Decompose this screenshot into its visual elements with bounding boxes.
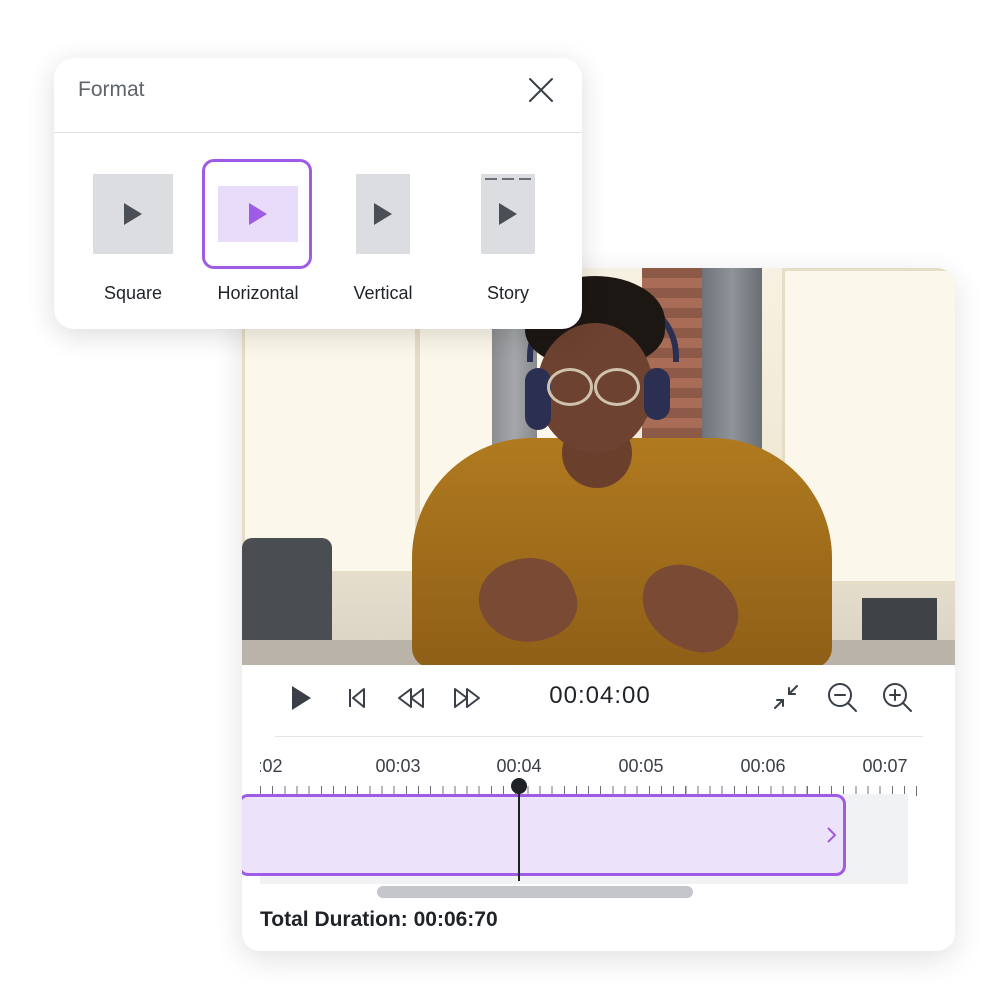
tick-label: 00:06 bbox=[740, 756, 786, 776]
playhead[interactable] bbox=[518, 791, 520, 881]
format-option-label: Horizontal bbox=[217, 283, 299, 303]
skip-to-start-icon[interactable] bbox=[342, 683, 372, 713]
square-thumbnail bbox=[93, 174, 173, 254]
close-icon[interactable] bbox=[526, 75, 558, 107]
playhead-handle[interactable] bbox=[511, 778, 527, 794]
format-option-label: Square bbox=[103, 283, 163, 303]
tick-label: 00:07 bbox=[862, 756, 908, 776]
horizontal-thumbnail bbox=[218, 186, 298, 242]
story-thumbnail bbox=[481, 174, 535, 254]
zoom-out-icon[interactable] bbox=[825, 680, 859, 714]
play-icon bbox=[499, 203, 517, 225]
format-panel: Format Square Horizontal Vertical Story bbox=[54, 58, 582, 329]
rewind-icon[interactable] bbox=[394, 683, 428, 713]
chevron-right-icon[interactable] bbox=[825, 825, 843, 847]
fast-forward-icon[interactable] bbox=[450, 683, 484, 713]
play-icon bbox=[249, 203, 267, 225]
collapse-icon[interactable] bbox=[770, 681, 802, 713]
video-editor-card: 00:04:00 00:02 00:03 00:04 00:05 00:06 0… bbox=[242, 268, 955, 951]
format-divider bbox=[54, 132, 582, 133]
video-clip[interactable] bbox=[242, 794, 846, 876]
format-option-vertical[interactable]: Vertical bbox=[320, 158, 446, 308]
current-timecode: 00:04:00 bbox=[549, 682, 651, 709]
format-option-label: Vertical bbox=[353, 283, 413, 303]
headphone-left bbox=[525, 368, 551, 430]
format-option-label: Story bbox=[486, 283, 529, 303]
play-icon[interactable] bbox=[286, 683, 316, 713]
zoom-in-icon[interactable] bbox=[880, 680, 914, 714]
controls-divider bbox=[275, 736, 923, 737]
format-option-square[interactable]: Square bbox=[70, 158, 196, 308]
format-option-story[interactable]: Story bbox=[445, 158, 571, 308]
format-option-horizontal[interactable]: Horizontal bbox=[195, 158, 321, 308]
play-icon bbox=[374, 203, 392, 225]
glasses-right bbox=[594, 368, 640, 406]
tick-label: 00:03 bbox=[375, 756, 421, 776]
total-duration: Total Duration: 00:06:70 bbox=[260, 908, 498, 931]
headphone-right bbox=[644, 368, 670, 420]
timeline-ruler[interactable]: 00:02 00:03 00:04 00:05 00:06 00:07 bbox=[260, 748, 925, 798]
tick-label: 00:04 bbox=[496, 756, 542, 776]
timeline-scrollbar[interactable] bbox=[377, 886, 693, 898]
play-icon bbox=[124, 203, 142, 225]
player-controls: 00:04:00 bbox=[242, 665, 955, 735]
tick-label: 00:02 bbox=[260, 756, 283, 776]
story-progress-bars bbox=[485, 178, 531, 180]
tick-label: 00:05 bbox=[618, 756, 664, 776]
vertical-thumbnail bbox=[356, 174, 410, 254]
glasses-left bbox=[547, 368, 593, 406]
format-title: Format bbox=[78, 78, 145, 101]
